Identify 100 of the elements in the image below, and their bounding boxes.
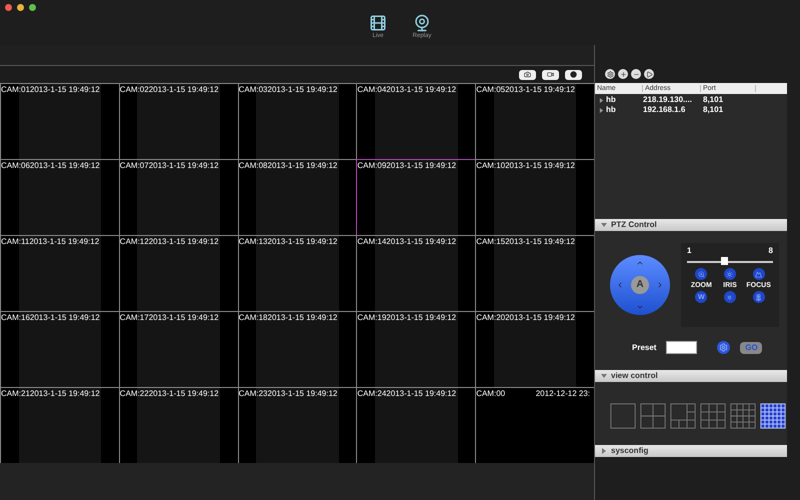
camera-tile[interactable]: CAM:162013-1-15 19:49:12 bbox=[0, 311, 119, 387]
auto-button[interactable]: A bbox=[631, 276, 649, 294]
device-name[interactable]: hb bbox=[606, 105, 616, 115]
camera-label: CAM:08 bbox=[238, 162, 268, 170]
ptz-button[interactable] bbox=[724, 291, 736, 303]
section-header[interactable]: sysconfig bbox=[595, 445, 787, 457]
camera-label: CAM:14 bbox=[357, 238, 386, 246]
camera-tile[interactable]: CAM:00 2012-12-12 23: bbox=[475, 387, 594, 463]
expand-arrow-icon[interactable] bbox=[599, 108, 604, 112]
timestamp: 2013-1-15 19:49:12 bbox=[148, 390, 219, 398]
device-button[interactable] bbox=[605, 69, 615, 79]
window-control[interactable] bbox=[5, 4, 12, 11]
timestamp: 2013-1-15 19:49:12 bbox=[505, 86, 575, 94]
timestamp: 2013-1-15 19:49:12 bbox=[505, 314, 575, 322]
ptz-button[interactable] bbox=[695, 268, 708, 280]
preset-label: Preset bbox=[632, 342, 656, 354]
camera-tile[interactable]: CAM:092013-1-15 19:49:12 bbox=[356, 159, 476, 235]
timestamp: 2013-1-15 19:49:12 bbox=[30, 162, 100, 170]
camera-tile[interactable]: CAM:122013-1-15 19:49:12 bbox=[118, 235, 238, 311]
timestamp: 2013-1-15 19:49:12 bbox=[30, 314, 100, 322]
speed-max-label: 8 bbox=[768, 247, 773, 255]
camera-tile[interactable]: CAM:182013-1-15 19:49:12 bbox=[238, 311, 356, 387]
arrow-down-icon[interactable] bbox=[636, 303, 644, 311]
timestamp: 2013-1-15 19:49:12 bbox=[148, 162, 219, 170]
camera-label: CAM:16 bbox=[1, 314, 30, 322]
timestamp: 2013-1-15 19:49:12 bbox=[148, 86, 219, 94]
camera-tile[interactable]: CAM:102013-1-15 19:49:12 bbox=[475, 159, 594, 235]
toolbar-button[interactable] bbox=[542, 70, 559, 80]
toolbar-button[interactable] bbox=[519, 70, 536, 80]
section-title: PTZ Control bbox=[611, 221, 657, 229]
speed-min-label: 1 bbox=[687, 247, 692, 255]
timestamp: 2013-1-15 19:49:12 bbox=[386, 162, 456, 170]
camera-label: CAM:12 bbox=[120, 238, 149, 246]
ptz-button[interactable] bbox=[752, 268, 765, 280]
arrow-up-icon[interactable] bbox=[636, 259, 644, 267]
preset-field[interactable] bbox=[666, 341, 698, 354]
device-name[interactable]: hb bbox=[606, 95, 616, 105]
device-address: 192.168.1.6 bbox=[643, 105, 686, 115]
preset-settings-button[interactable] bbox=[717, 341, 730, 354]
camera-label: CAM:18 bbox=[238, 314, 268, 322]
arrow-right-icon[interactable] bbox=[656, 281, 664, 289]
expand-arrow-icon[interactable] bbox=[599, 98, 604, 102]
film-reel-icon bbox=[369, 14, 387, 32]
timestamp: 2012-12-12 23: bbox=[536, 390, 590, 398]
camera-tile[interactable]: CAM:212013-1-15 19:49:12 bbox=[0, 387, 119, 463]
camera-label: CAM:05 bbox=[476, 86, 506, 94]
camera-label: CAM:03 bbox=[238, 86, 268, 94]
camera-tile[interactable]: CAM:202013-1-15 19:49:12 bbox=[475, 311, 594, 387]
device-button[interactable] bbox=[618, 69, 628, 79]
webcam-icon bbox=[413, 14, 431, 32]
slider-thumb[interactable] bbox=[720, 257, 728, 265]
grid-layout-icon[interactable] bbox=[759, 400, 787, 430]
camera-tile[interactable]: CAM:222013-1-15 19:49:12 bbox=[118, 387, 238, 463]
timestamp: 2013-1-15 19:49:12 bbox=[268, 390, 338, 398]
timestamp: 2013-1-15 19:49:12 bbox=[30, 86, 100, 94]
camera-tile[interactable]: CAM:132013-1-15 19:49:12 bbox=[238, 235, 356, 311]
camera-label: CAM:22 bbox=[120, 390, 149, 398]
section-header[interactable]: view control bbox=[595, 370, 787, 382]
settings-icon bbox=[719, 343, 728, 352]
camera-tile[interactable]: CAM:022013-1-15 19:49:12 bbox=[118, 83, 238, 159]
camera-label: CAM:23 bbox=[238, 390, 268, 398]
camera-tile[interactable]: CAM:052013-1-15 19:49:12 bbox=[475, 83, 594, 159]
camera-tile[interactable]: CAM:042013-1-15 19:49:12 bbox=[356, 83, 476, 159]
camera-tile[interactable]: CAM:142013-1-15 19:49:12 bbox=[356, 235, 476, 311]
window-control[interactable] bbox=[29, 4, 36, 11]
camera-tile[interactable]: CAM:032013-1-15 19:49:12 bbox=[238, 83, 356, 159]
camera-tile[interactable]: CAM:192013-1-15 19:49:12 bbox=[356, 311, 476, 387]
device-button[interactable] bbox=[631, 69, 641, 79]
joystick[interactable]: A bbox=[610, 255, 670, 315]
device-button[interactable] bbox=[644, 69, 654, 79]
camera-tile[interactable]: CAM:152013-1-15 19:49:12 bbox=[475, 235, 594, 311]
timestamp: 2013-1-15 19:49:12 bbox=[268, 86, 338, 94]
camera-tile[interactable]: CAM:242013-1-15 19:49:12 bbox=[356, 387, 476, 463]
camera-tile[interactable]: CAM:172013-1-15 19:49:12 bbox=[118, 311, 238, 387]
camera-tile[interactable]: CAM:072013-1-15 19:49:12 bbox=[118, 159, 238, 235]
camera-tile[interactable]: CAM:112013-1-15 19:49:12 bbox=[0, 235, 119, 311]
timestamp: 2013-1-15 19:49:12 bbox=[386, 238, 456, 246]
ptz-button[interactable] bbox=[752, 291, 765, 303]
camera-label: CAM:02 bbox=[120, 86, 149, 94]
play-icon bbox=[646, 70, 652, 78]
camera-label: CAM:00 bbox=[476, 390, 506, 398]
speed-slider[interactable] bbox=[687, 257, 773, 265]
timestamp: 2013-1-15 19:49:12 bbox=[268, 162, 338, 170]
toolbar-button[interactable] bbox=[565, 70, 582, 80]
timestamp: 2013-1-15 19:49:12 bbox=[386, 314, 456, 322]
camera-tile[interactable]: CAM:012013-1-15 19:49:12 bbox=[0, 83, 119, 159]
timestamp: 2013-1-15 19:49:12 bbox=[505, 238, 575, 246]
camera-tile[interactable]: CAM:082013-1-15 19:49:12 bbox=[238, 159, 356, 235]
camera-tile[interactable]: CAM:062013-1-15 19:49:12 bbox=[0, 159, 119, 235]
section-header[interactable]: PTZ Control bbox=[595, 219, 787, 231]
camera-label: CAM:17 bbox=[120, 314, 149, 322]
section-title: view control bbox=[611, 372, 658, 380]
section-title: sysconfig bbox=[611, 447, 648, 455]
device-port: 8,101 bbox=[702, 95, 724, 105]
camera-tile[interactable]: CAM:232013-1-15 19:49:12 bbox=[238, 387, 356, 463]
ptz-button[interactable] bbox=[724, 268, 736, 280]
timestamp: 2013-1-15 19:49:12 bbox=[30, 390, 100, 398]
arrow-left-icon[interactable] bbox=[616, 281, 624, 289]
window-control[interactable] bbox=[17, 4, 24, 11]
timestamp: 2013-1-15 19:49:12 bbox=[268, 314, 338, 322]
